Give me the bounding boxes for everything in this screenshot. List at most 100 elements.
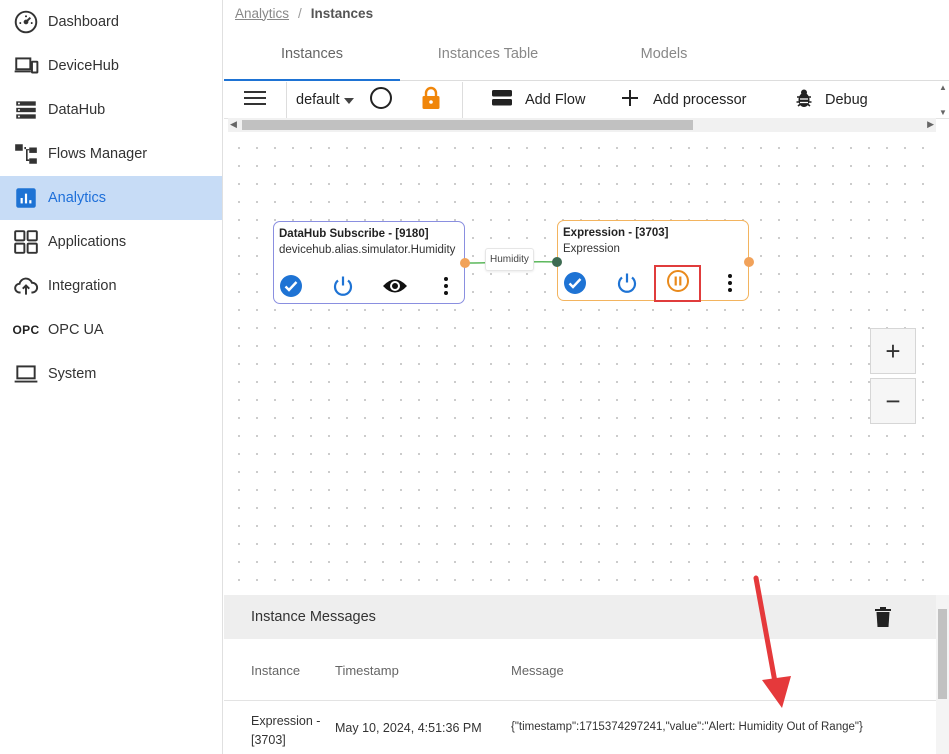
sidebar-item-system[interactable]: System (0, 352, 222, 396)
scroll-up-arrow-icon[interactable]: ▲ (939, 83, 947, 92)
breadcrumb-link-analytics[interactable]: Analytics (235, 6, 289, 21)
check-circle-icon[interactable] (278, 273, 304, 299)
plus-icon (622, 89, 638, 110)
node-subtitle: devicehub.alias.simulator.Humidity (279, 244, 456, 256)
scroll-left-arrow-icon[interactable]: ◀ (230, 119, 237, 130)
edge-label: Humidity (485, 248, 534, 271)
sidebar-item-label: System (48, 366, 97, 382)
check-circle-icon[interactable] (562, 270, 588, 296)
devices-icon (12, 52, 40, 80)
output-port[interactable] (460, 258, 470, 268)
sidebar: Dashboard DeviceHub DataHub Flows Manage… (0, 0, 223, 754)
sidebar-item-label: Integration (48, 278, 117, 294)
circle-toggle-button[interactable] (362, 81, 400, 118)
menu-button[interactable] (224, 81, 286, 118)
zoom-out-button[interactable]: − (870, 378, 916, 424)
messages-title: Instance Messages (251, 609, 376, 625)
sidebar-item-label: Applications (48, 234, 127, 250)
apps-grid-icon (12, 228, 40, 256)
breadcrumb-current: Instances (310, 5, 374, 21)
add-processor-label: Add processor (653, 91, 747, 108)
sidebar-item-label: Analytics (48, 190, 107, 206)
scroll-down-arrow-icon[interactable]: ▼ (939, 108, 947, 117)
column-header-timestamp[interactable]: Timestamp (335, 663, 399, 678)
bug-icon (795, 88, 813, 112)
sidebar-item-flows-manager[interactable]: Flows Manager (0, 132, 222, 176)
power-icon[interactable] (330, 273, 356, 299)
node-actions (274, 273, 464, 299)
messages-header: Instance Messages (224, 595, 949, 639)
add-processor-button[interactable]: Add processor (603, 81, 773, 118)
scrollbar-thumb[interactable] (938, 609, 947, 699)
tab-instances[interactable]: Instances (224, 27, 400, 81)
more-vert-icon[interactable] (717, 270, 743, 296)
sidebar-item-label: DeviceHub (48, 58, 119, 74)
opc-text-icon: OPC (12, 323, 40, 337)
add-flow-label: Add Flow (525, 91, 586, 108)
sidebar-item-devicehub[interactable]: DeviceHub (0, 44, 222, 88)
scroll-right-arrow-icon[interactable]: ▶ (927, 119, 934, 130)
toolbar-scrollbar[interactable]: ▲ ▼ (937, 81, 949, 119)
input-port[interactable] (552, 257, 562, 267)
column-header-message[interactable]: Message (511, 663, 564, 678)
messages-table-header: Instance Timestamp Message (224, 639, 936, 701)
tab-bar: Instances Instances Table Models (224, 27, 949, 81)
sidebar-item-analytics[interactable]: Analytics (0, 176, 222, 220)
breadcrumb: Analytics / Instances (224, 0, 949, 26)
cell-message: {"timestamp":1715374297241,"value":"Aler… (511, 721, 863, 733)
more-vert-icon[interactable] (433, 273, 459, 299)
power-icon[interactable] (614, 270, 640, 296)
sidebar-item-label: DataHub (48, 102, 106, 118)
caret-down-icon (343, 92, 354, 108)
main-content: Analytics / Instances Instances Instance… (224, 0, 949, 754)
lock-button[interactable] (400, 81, 462, 118)
eye-icon[interactable] (382, 273, 408, 299)
scrollbar-thumb[interactable] (242, 120, 693, 130)
breadcrumb-separator: / (298, 5, 302, 21)
add-flow-button[interactable]: Add Flow (463, 81, 603, 118)
table-row[interactable]: Expression - [3703] May 10, 2024, 4:51:3… (224, 702, 936, 754)
hamburger-icon (244, 90, 266, 110)
sidebar-item-integration[interactable]: Integration (0, 264, 222, 308)
cell-timestamp: May 10, 2024, 4:51:36 PM (335, 721, 482, 735)
sidebar-item-applications[interactable]: Applications (0, 220, 222, 264)
stack-icon (492, 89, 512, 111)
edge-connector (465, 260, 557, 264)
flow-select-value: default (296, 91, 340, 108)
toolbar: default Add Flow Add processor Debug ▲ ▼ (224, 81, 949, 119)
pause-circle-icon[interactable] (666, 269, 690, 298)
tab-instances-table[interactable]: Instances Table (400, 27, 576, 80)
zoom-in-button[interactable]: + (870, 328, 916, 374)
node-subtitle: Expression (563, 243, 620, 255)
sidebar-item-label: Dashboard (48, 14, 119, 30)
lock-icon (421, 86, 441, 114)
canvas-horizontal-scrollbar[interactable]: ◀ ▶ (228, 118, 936, 132)
analytics-icon (12, 184, 40, 212)
circle-outline-icon (369, 86, 393, 114)
gauge-icon (12, 8, 40, 36)
node-expression[interactable]: Expression - [3703] Expression (552, 220, 754, 302)
flow-select[interactable]: default (287, 81, 362, 118)
node-title: DataHub Subscribe - [9180] (279, 228, 429, 240)
cell-instance: Expression - [3703] (251, 714, 321, 747)
sidebar-item-dashboard[interactable]: Dashboard (0, 0, 222, 44)
sidebar-item-opc-ua[interactable]: OPC OPC UA (0, 308, 222, 352)
tab-models[interactable]: Models (576, 27, 752, 80)
output-port[interactable] (744, 257, 754, 267)
flow-canvas[interactable]: DataHub Subscribe - [9180] devicehub.ali… (224, 133, 936, 595)
sidebar-item-datahub[interactable]: DataHub (0, 88, 222, 132)
column-header-instance[interactable]: Instance (251, 663, 300, 678)
debug-button[interactable]: Debug (773, 81, 883, 118)
laptop-icon (12, 360, 40, 388)
sidebar-item-label: OPC UA (48, 322, 104, 338)
node-actions (558, 265, 748, 302)
pause-highlight-box (654, 265, 701, 302)
database-icon (12, 96, 40, 124)
app-window: Dashboard DeviceHub DataHub Flows Manage… (0, 0, 949, 754)
sidebar-item-label: Flows Manager (48, 146, 148, 162)
cloud-upload-icon (12, 272, 40, 300)
node-datahub-subscribe[interactable]: DataHub Subscribe - [9180] devicehub.ali… (273, 221, 470, 304)
messages-vertical-scrollbar[interactable] (936, 595, 949, 754)
debug-label: Debug (825, 91, 868, 108)
trash-icon[interactable] (875, 607, 891, 631)
